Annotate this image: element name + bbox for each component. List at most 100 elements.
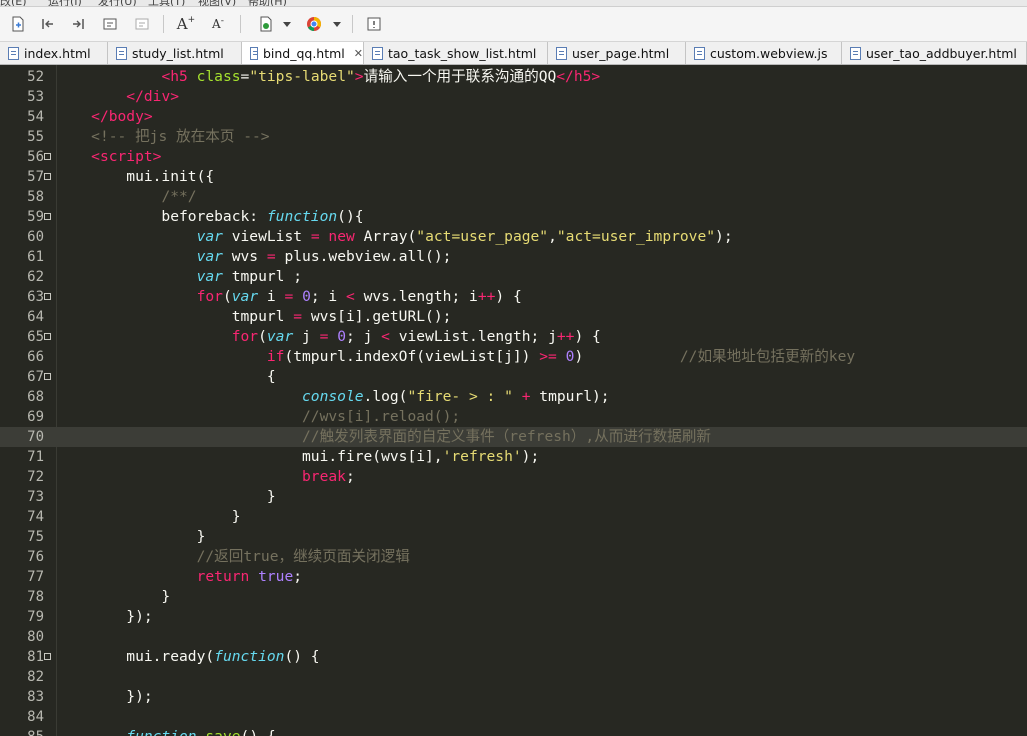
- code-line[interactable]: 57 mui.init({: [0, 167, 1027, 187]
- line-number: 66: [27, 349, 44, 365]
- fold-toggle-icon[interactable]: [44, 653, 51, 660]
- code-line[interactable]: 82: [0, 667, 1027, 687]
- uncomment-icon[interactable]: [132, 14, 152, 34]
- line-number: 53: [27, 89, 44, 105]
- code-text: mui.fire(wvs[i],'refresh');: [56, 448, 540, 465]
- tab-label: tao_task_show_list.html: [388, 45, 537, 61]
- close-icon[interactable]: ✕: [354, 47, 363, 60]
- editor-tab-bar: index.html study_list.html bind_qq.html ✕ ta…: [0, 42, 1027, 65]
- tab-label: user_page.html: [572, 45, 670, 61]
- fold-toggle-icon[interactable]: [44, 373, 51, 380]
- info-icon[interactable]: [364, 14, 384, 34]
- code-text: <h5 class="tips-label">请输入一个用于联系沟通的QQ</h…: [161, 68, 601, 85]
- tab-study-list-html[interactable]: study_list.html: [108, 42, 242, 64]
- tab-user-tao-addbuyer-html[interactable]: user_tao_addbuyer.html: [842, 42, 1027, 64]
- code-line[interactable]: 67 {: [0, 367, 1027, 387]
- code-text: {: [56, 368, 276, 385]
- code-line[interactable]: 85 function save() {: [0, 727, 1027, 736]
- indent-left-icon[interactable]: [38, 14, 58, 34]
- code-line[interactable]: 75 }: [0, 527, 1027, 547]
- html-file-icon: [250, 46, 258, 60]
- code-line[interactable]: 77 return true;: [0, 567, 1027, 587]
- html-file-icon: [8, 46, 19, 60]
- code-line[interactable]: 66 if(tmpurl.indexOf(viewList[j]) >= 0) …: [0, 347, 1027, 367]
- chevron-down-icon[interactable]: [330, 14, 344, 34]
- indent-right-icon[interactable]: [68, 14, 88, 34]
- code-text: }: [56, 528, 206, 545]
- code-line[interactable]: 69 //wvs[i].reload();: [0, 407, 1027, 427]
- line-number: 78: [27, 589, 44, 605]
- font-decrease-label: A: [212, 17, 221, 31]
- html-file-icon: [850, 46, 861, 60]
- code-line[interactable]: 63 for(var i = 0; i < wvs.length; i++) {: [0, 287, 1027, 307]
- code-line[interactable]: 74 }: [0, 507, 1027, 527]
- code-line[interactable]: 68 console.log("fire- > : " + tmpurl);: [0, 387, 1027, 407]
- menu-item[interactable]: 发行(U): [98, 0, 137, 6]
- code-editor[interactable]: 52 <h5 class="tips-label">请输入一个用于联系沟通的QQ…: [0, 65, 1027, 736]
- font-increase-icon[interactable]: A +: [176, 14, 196, 34]
- html-file-icon: [372, 46, 383, 60]
- tab-label: bind_qq.html: [262, 45, 345, 61]
- code-text: var tmpurl ;: [196, 268, 303, 285]
- code-line[interactable]: 81 mui.ready(function() {: [0, 647, 1027, 667]
- line-number: 61: [27, 249, 44, 265]
- code-line[interactable]: 73 }: [0, 487, 1027, 507]
- code-text: for(var j = 0; j < viewList.length; j++)…: [231, 328, 601, 345]
- fold-toggle-icon[interactable]: [44, 213, 51, 220]
- code-line[interactable]: 71 mui.fire(wvs[i],'refresh');: [0, 447, 1027, 467]
- line-number: 83: [27, 689, 44, 705]
- new-file-icon[interactable]: [8, 14, 28, 34]
- code-line[interactable]: 61 var wvs = plus.webview.all();: [0, 247, 1027, 267]
- line-number: 70: [27, 429, 44, 445]
- code-line[interactable]: 72 break;: [0, 467, 1027, 487]
- line-number: 62: [27, 269, 44, 285]
- font-decrease-icon[interactable]: A-: [208, 14, 228, 34]
- code-line[interactable]: 84: [0, 707, 1027, 727]
- code-line[interactable]: 59 beforeback: function(){: [0, 207, 1027, 227]
- menu-bar[interactable]: 改(E) 运行(I) 发行(U) 工具(T) 视图(V) 帮助(H): [0, 0, 1027, 7]
- tab-tao-task-show-list-html[interactable]: tao_task_show_list.html: [364, 42, 548, 64]
- code-line[interactable]: 52 <h5 class="tips-label">请输入一个用于联系沟通的QQ…: [0, 67, 1027, 87]
- code-line[interactable]: 80: [0, 627, 1027, 647]
- code-line[interactable]: 53 </div>: [0, 87, 1027, 107]
- chrome-browser-icon[interactable]: [304, 14, 324, 34]
- code-text: }: [56, 488, 276, 505]
- code-line[interactable]: 70 //触发列表界面的自定义事件（refresh）,从而进行数据刷新: [0, 427, 1027, 447]
- tab-user-page-html[interactable]: user_page.html: [548, 42, 686, 64]
- chevron-down-icon[interactable]: [280, 14, 294, 34]
- fold-toggle-icon[interactable]: [44, 173, 51, 180]
- run-icon[interactable]: [256, 14, 276, 34]
- line-number: 54: [27, 109, 44, 125]
- tab-bind-qq-html[interactable]: bind_qq.html ✕: [242, 42, 364, 64]
- comment-block-icon[interactable]: [100, 14, 120, 34]
- code-line[interactable]: 65 for(var j = 0; j < viewList.length; j…: [0, 327, 1027, 347]
- code-line[interactable]: 64 tmpurl = wvs[i].getURL();: [0, 307, 1027, 327]
- code-text: </div>: [126, 88, 180, 105]
- menu-item[interactable]: 工具(T): [148, 0, 185, 6]
- code-line[interactable]: 56 <script>: [0, 147, 1027, 167]
- tab-index-html[interactable]: index.html: [0, 42, 108, 64]
- menu-item[interactable]: 改(E): [0, 0, 27, 6]
- menu-item[interactable]: 运行(I): [48, 0, 82, 6]
- code-text: mui.init({: [56, 168, 215, 185]
- code-text: //wvs[i].reload();: [302, 408, 461, 425]
- code-line[interactable]: 62 var tmpurl ;: [0, 267, 1027, 287]
- fold-toggle-icon[interactable]: [44, 293, 51, 300]
- menu-item[interactable]: 视图(V): [198, 0, 236, 6]
- tab-label: index.html: [24, 45, 91, 61]
- code-line[interactable]: 60 var viewList = new Array("act=user_pa…: [0, 227, 1027, 247]
- code-line[interactable]: 83 });: [0, 687, 1027, 707]
- code-text: }: [56, 588, 171, 605]
- fold-toggle-icon[interactable]: [44, 333, 51, 340]
- code-line[interactable]: 79 });: [0, 607, 1027, 627]
- code-line[interactable]: 55 <!-- 把js 放在本页 -->: [0, 127, 1027, 147]
- fold-toggle-icon[interactable]: [44, 153, 51, 160]
- code-text: beforeback: function(){: [56, 208, 364, 225]
- code-line[interactable]: 76 //返回true，继续页面关闭逻辑: [0, 547, 1027, 567]
- code-line[interactable]: 58 /**/: [0, 187, 1027, 207]
- tab-custom-webview-js[interactable]: custom.webview.js: [686, 42, 842, 64]
- font-increase-label: A: [176, 15, 188, 33]
- menu-item[interactable]: 帮助(H): [248, 0, 287, 6]
- code-line[interactable]: 54 </body>: [0, 107, 1027, 127]
- code-line[interactable]: 78 }: [0, 587, 1027, 607]
